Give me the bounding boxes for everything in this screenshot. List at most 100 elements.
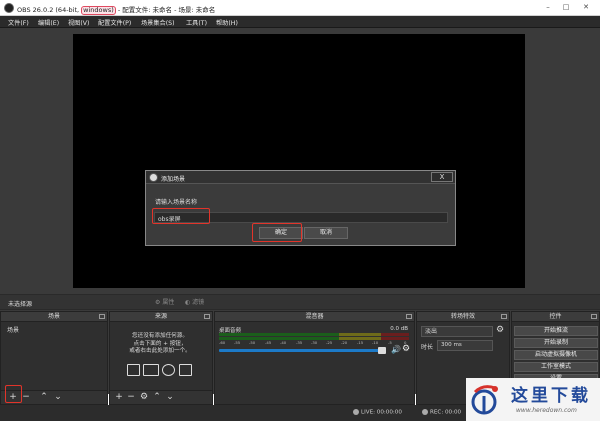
- watermark-brand: 这里下载: [511, 386, 591, 406]
- transitions-title: 转场特效: [450, 313, 475, 320]
- controls-title: 控件: [549, 313, 562, 320]
- mixer-dock: 混音器 桌面音频 0.0 dB -60 -55 -50 -45 -40 -35 …: [214, 311, 415, 405]
- source-type-icons: [127, 364, 197, 378]
- maximize-icon[interactable]: □: [560, 2, 572, 13]
- add-icon[interactable]: +: [114, 392, 124, 403]
- scale-tick: -55: [234, 340, 241, 345]
- site-watermark: 这里下载 www.heredown.com: [466, 378, 600, 421]
- input-highlight-box: [152, 208, 210, 224]
- scene-list-item[interactable]: 场景: [7, 325, 19, 334]
- rec-time: REC: 00:00: [430, 409, 462, 416]
- mixer-dock-title: 混音器: [215, 312, 414, 322]
- scenes-dock: 场景 场景 + − ⌃ ⌄: [0, 311, 108, 405]
- gear-icon[interactable]: ⚙: [402, 344, 410, 354]
- sources-empty-hint: 您还没有添加任何源。 点击下面的 + 按钮， 或者右击此处添加一个。: [114, 333, 206, 356]
- dialog-prompt: 请输入场景名称: [155, 199, 198, 206]
- menu-file[interactable]: 文件(F): [8, 18, 29, 27]
- properties-button[interactable]: ⚙ 属性: [155, 297, 174, 306]
- rec-status: REC: 00:00: [422, 409, 461, 416]
- scale-tick: -20: [341, 340, 348, 345]
- scale-tick: -10: [372, 340, 379, 345]
- scale-tick: -50: [249, 340, 256, 345]
- scale-tick: -30: [311, 340, 318, 345]
- studio-mode-button[interactable]: 工作室模式: [514, 362, 598, 372]
- scale-tick: -25: [326, 340, 333, 345]
- transitions-dock-title: 转场特效: [417, 312, 509, 322]
- filter-icon: ◐: [185, 299, 191, 306]
- transition-select[interactable]: 淡出: [421, 326, 493, 337]
- minimize-icon[interactable]: –: [542, 2, 554, 13]
- volume-slider[interactable]: [219, 349, 381, 352]
- hint-line: 或者右击此处添加一个。: [129, 348, 191, 355]
- gear-icon[interactable]: ⚙: [139, 392, 149, 403]
- live-status: LIVE: 00:00:00: [353, 409, 402, 416]
- menu-help[interactable]: 帮助(H): [216, 18, 238, 27]
- start-recording-button[interactable]: 开始录制: [514, 338, 598, 348]
- no-source-label: 未选择源: [8, 301, 33, 308]
- filters-button[interactable]: ◐ 滤镜: [185, 297, 204, 306]
- cancel-button[interactable]: 取消: [304, 227, 348, 239]
- dialog-close-button[interactable]: X: [431, 172, 453, 182]
- preview-canvas[interactable]: [73, 34, 525, 288]
- start-streaming-button[interactable]: 开始推流: [514, 326, 598, 336]
- source-status-strip: 未选择源 ⚙ 属性 ◐ 滤镜: [0, 294, 600, 310]
- move-down-icon[interactable]: ⌄: [165, 392, 175, 403]
- scale-tick: -35: [296, 340, 303, 345]
- menu-scene-collection[interactable]: 场景集合(S): [141, 18, 175, 27]
- mixer-title: 混音器: [305, 313, 324, 320]
- obs-logo-icon: [4, 3, 14, 13]
- live-time: LIVE: 00:00:00: [361, 409, 402, 416]
- speaker-icon[interactable]: 🔊: [391, 345, 401, 354]
- dock-float-icon[interactable]: [99, 314, 105, 319]
- scale-tick: -60: [219, 340, 226, 345]
- virtual-camera-button[interactable]: 启动虚拟摄像机: [514, 350, 598, 360]
- scale-tick: -15: [357, 340, 364, 345]
- volume-meter: [219, 333, 409, 336]
- dialog-title: 添加场景: [161, 176, 186, 183]
- heredown-logo-icon: [471, 385, 498, 415]
- menu-profile[interactable]: 配置文件(P): [98, 18, 131, 27]
- move-up-icon[interactable]: ⌃: [152, 392, 162, 403]
- watermark-url: www.heredown.com: [516, 407, 577, 414]
- scale-tick: -45: [265, 340, 272, 345]
- gear-icon: ⚙: [155, 299, 161, 306]
- remove-icon[interactable]: −: [126, 392, 136, 403]
- duration-spinbox[interactable]: 300 ms: [437, 340, 493, 351]
- remove-icon[interactable]: −: [21, 392, 31, 403]
- dock-float-icon[interactable]: [591, 314, 597, 319]
- duration-label: 时长: [421, 344, 434, 351]
- scenes-title: 场景: [47, 313, 60, 320]
- add-scene-highlight-box: [5, 385, 22, 403]
- title-suffix: - 配置文件: 未命名 - 场景: 未命名: [115, 6, 216, 14]
- sources-dock-title: 来源: [110, 312, 212, 322]
- title-highlight: windows): [81, 6, 116, 15]
- dock-float-icon[interactable]: [501, 314, 507, 319]
- properties-label: 属性: [162, 299, 175, 306]
- menu-edit[interactable]: 编辑(E): [38, 18, 59, 27]
- camera-icon: [179, 364, 192, 376]
- move-up-icon[interactable]: ⌃: [39, 392, 49, 403]
- volume-slider-handle[interactable]: [378, 347, 386, 354]
- menu-bar: 文件(F) 编辑(E) 视图(V) 配置文件(P) 场景集合(S) 工具(T) …: [0, 16, 600, 28]
- sources-toolbar: + − ⚙ ⌃ ⌄: [110, 390, 212, 404]
- live-icon: [353, 409, 359, 415]
- menu-tools[interactable]: 工具(T): [186, 18, 207, 27]
- hint-line: 您还没有添加任何源。: [132, 333, 188, 339]
- meter-warning-zone: [339, 333, 381, 336]
- controls-dock-title: 控件: [512, 312, 599, 322]
- window-titlebar: OBS 26.0.2 (64-bit, windows) - 配置文件: 未命名…: [0, 0, 600, 16]
- sources-dock: 来源 您还没有添加任何源。 点击下面的 + 按钮， 或者右击此处添加一个。 + …: [109, 311, 213, 405]
- dock-float-icon[interactable]: [406, 314, 412, 319]
- close-icon[interactable]: ✕: [580, 2, 592, 13]
- move-down-icon[interactable]: ⌄: [53, 392, 63, 403]
- scale-tick: -40: [280, 340, 287, 345]
- ok-highlight-box: [252, 223, 302, 242]
- dock-float-icon[interactable]: [204, 314, 210, 319]
- gear-icon[interactable]: ⚙: [496, 325, 504, 335]
- image-icon: [127, 364, 140, 376]
- rec-icon: [422, 409, 428, 415]
- monitor-icon: [143, 364, 159, 376]
- menu-view[interactable]: 视图(V): [68, 18, 89, 27]
- add-scene-dialog: 添加场景 X 请输入场景名称 obs录屏 确定 取消: [145, 170, 456, 246]
- meter-scale: -60 -55 -50 -45 -40 -35 -30 -25 -20 -15 …: [219, 340, 411, 346]
